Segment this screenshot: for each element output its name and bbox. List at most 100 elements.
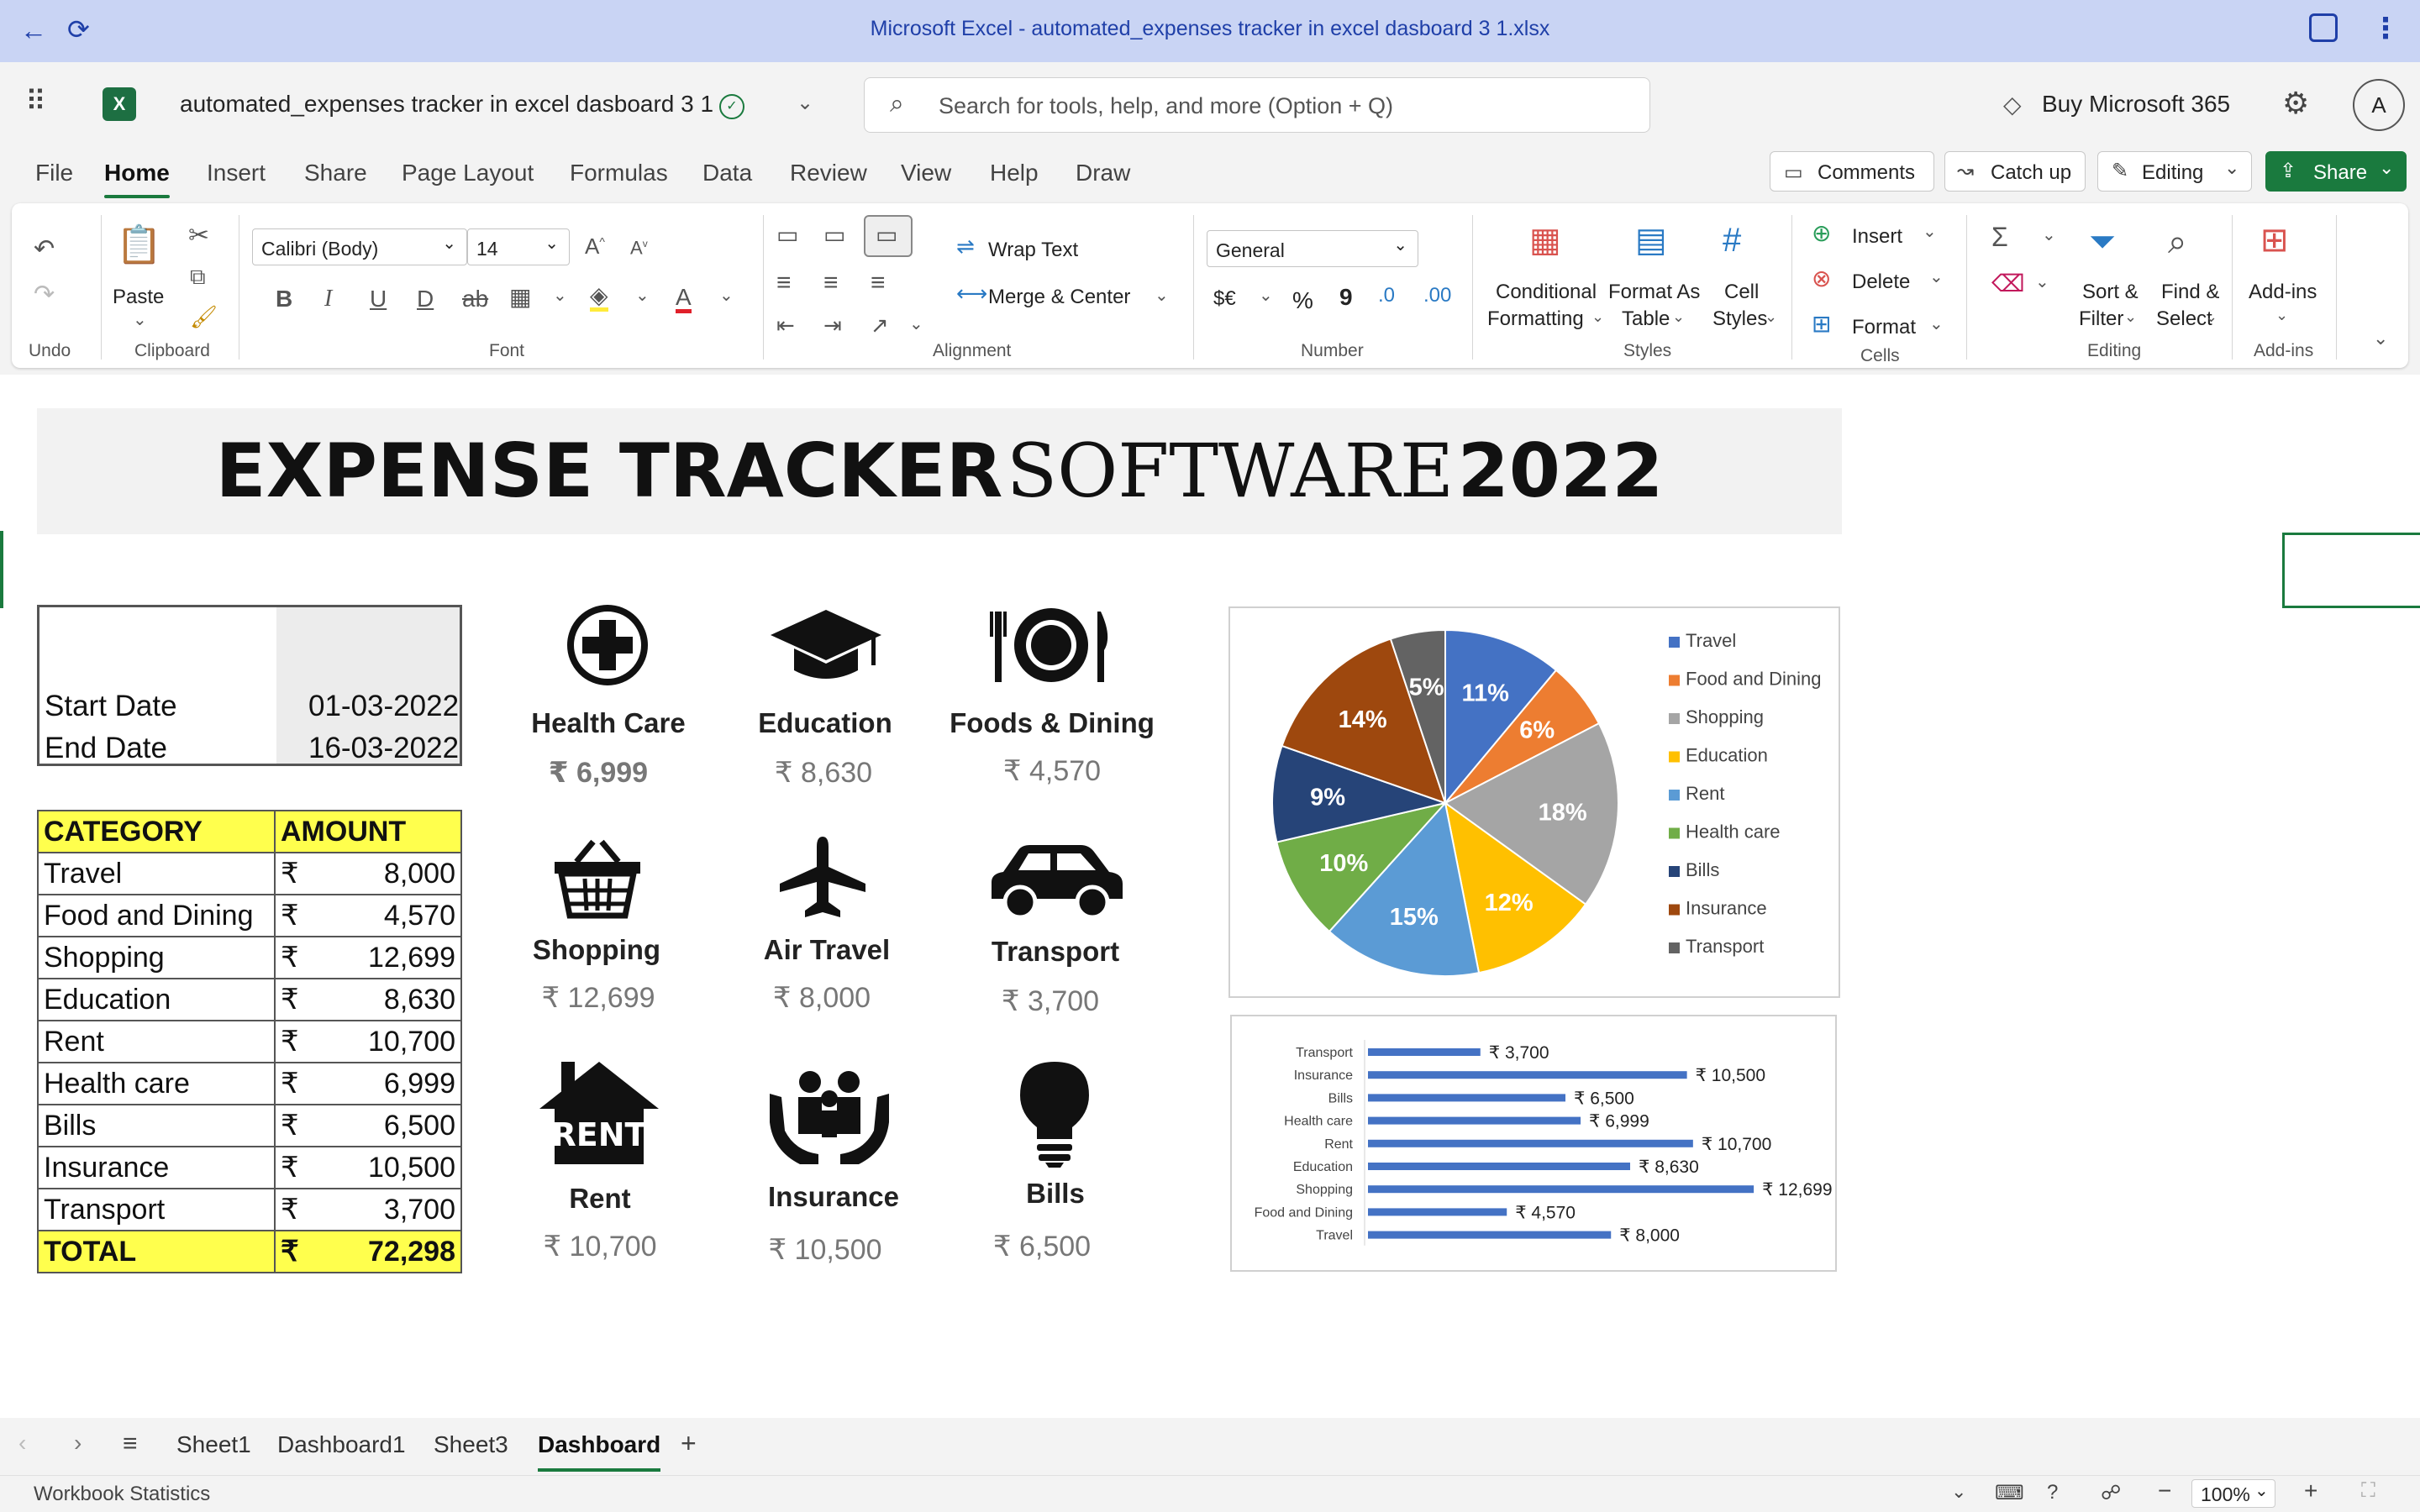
menu-view[interactable]: View xyxy=(901,160,951,186)
table-row[interactable]: Insurance ₹10,500 xyxy=(37,1146,462,1189)
chevron-down-icon[interactable]: ⌄ xyxy=(133,309,147,330)
zoom-select[interactable]: 100% ⌄ xyxy=(2191,1479,2275,1508)
workbook-statistics[interactable]: Workbook Statistics xyxy=(34,1483,210,1506)
chevron-down-icon[interactable]: ⌄ xyxy=(1929,269,1944,286)
conditional-formatting-icon[interactable]: ▦ xyxy=(1529,223,1561,257)
buy-microsoft-365-link[interactable]: Buy Microsoft 365 xyxy=(2042,91,2230,118)
paste-icon[interactable]: 📋 xyxy=(116,227,162,264)
tab-sheet1[interactable]: Sheet1 xyxy=(176,1431,251,1458)
strikethrough-icon[interactable]: ab xyxy=(462,287,488,311)
find-select-icon[interactable]: ⌕ xyxy=(2168,225,2186,259)
comments-button[interactable]: ▭ Comments xyxy=(1770,151,1934,192)
menu-draw[interactable]: Draw xyxy=(1076,160,1130,186)
font-color-icon[interactable]: A xyxy=(676,286,692,313)
amount-cell[interactable]: 10,700 xyxy=(317,1020,462,1063)
table-row[interactable]: Travel ₹8,000 xyxy=(37,852,462,895)
autosum-icon[interactable]: Σ xyxy=(1991,223,2008,250)
bar[interactable] xyxy=(1368,1208,1507,1216)
chevron-down-icon[interactable]: ⌄ xyxy=(797,91,813,115)
sort-filter-label-2[interactable]: Filter xyxy=(2079,307,2123,331)
menu-data[interactable]: Data xyxy=(702,160,752,186)
orientation-icon[interactable]: ↗ xyxy=(871,314,889,336)
find-select-label-2[interactable]: Select xyxy=(2156,307,2212,331)
menu-share[interactable]: Share xyxy=(304,160,367,186)
redo-icon[interactable]: ↷ xyxy=(34,282,55,307)
paste-button[interactable]: Paste xyxy=(113,286,164,309)
category-cell[interactable]: Health care xyxy=(37,1062,276,1105)
underline-icon[interactable]: U xyxy=(370,287,387,311)
share-button[interactable]: ⇪ Share ⌄ xyxy=(2265,151,2407,192)
chevron-down-icon[interactable]: ⌄ xyxy=(1765,309,1777,324)
menu-file[interactable]: File xyxy=(35,160,73,186)
bar[interactable] xyxy=(1368,1071,1687,1079)
format-cells-button[interactable]: Format xyxy=(1852,316,1916,339)
worksheet-area[interactable]: EXPENSE TRACKER SOFTWARE 2022 Start Date… xyxy=(0,375,2420,1418)
wrap-text-icon[interactable]: ⇌ xyxy=(956,235,975,257)
table-row[interactable]: Food and Dining ₹4,570 xyxy=(37,894,462,937)
chevron-down-icon[interactable]: ⌄ xyxy=(1259,287,1273,304)
chevron-down-icon[interactable]: ⌄ xyxy=(2042,227,2056,244)
editing-mode-button[interactable]: ✎ Editing ⌄ xyxy=(2097,151,2252,192)
category-cell[interactable]: Travel xyxy=(37,852,276,895)
bar[interactable] xyxy=(1368,1048,1481,1056)
bar[interactable] xyxy=(1368,1231,1612,1239)
keyboard-icon[interactable]: ⌨ xyxy=(1995,1481,2024,1505)
catch-up-button[interactable]: ↝ Catch up xyxy=(1944,151,2086,192)
total-row[interactable]: TOTAL ₹72,298 xyxy=(37,1230,462,1273)
delete-cells-icon[interactable]: ⊗ xyxy=(1812,267,1831,291)
amount-cell[interactable]: 8,000 xyxy=(317,852,462,895)
format-as-table-label-2[interactable]: Table xyxy=(1622,307,1670,331)
align-top-icon[interactable]: ▭ xyxy=(776,223,798,247)
bar[interactable] xyxy=(1368,1139,1693,1147)
file-name[interactable]: automated_expenses tracker in excel dasb… xyxy=(180,91,713,118)
insert-cells-icon[interactable]: ⊕ xyxy=(1812,222,1831,245)
cell-styles-label-1[interactable]: Cell xyxy=(1724,281,1759,304)
chevron-down-icon[interactable]: ⌄ xyxy=(1591,309,1604,324)
chevron-down-icon[interactable]: ⌄ xyxy=(1672,309,1685,324)
chevron-down-icon[interactable]: ⌄ xyxy=(1951,1481,1966,1503)
add-ins-icon[interactable]: ⊞ xyxy=(2260,223,2289,257)
table-row[interactable]: Education ₹8,630 xyxy=(37,978,462,1021)
chevron-down-icon[interactable]: ⌄ xyxy=(719,287,734,304)
add-sheet-icon[interactable]: + xyxy=(681,1428,697,1459)
number-format-select[interactable]: General ⌄ xyxy=(1207,230,1418,267)
zoom-in-icon[interactable]: + xyxy=(2304,1478,2317,1504)
chevron-down-icon[interactable]: ⌄ xyxy=(1923,223,1937,240)
borders-icon[interactable]: ▦ xyxy=(509,286,531,309)
chevron-down-icon[interactable]: ⌄ xyxy=(2275,307,2288,323)
fullscreen-icon[interactable]: ⛶ xyxy=(2361,1479,2375,1503)
category-cell[interactable]: Food and Dining xyxy=(37,894,276,937)
pie-chart[interactable]: 11% 6% 18% 12% 15% 10% 9% 14% 5% Travel Food and D… xyxy=(1228,606,1840,998)
active-cell[interactable] xyxy=(2282,533,2420,608)
table-row[interactable]: Shopping ₹12,699 xyxy=(37,936,462,979)
comma-style-button[interactable]: 9 xyxy=(1339,284,1353,311)
tab-scroll-left-icon[interactable]: ‹ xyxy=(18,1430,26,1457)
format-painter-icon[interactable]: 🖌 xyxy=(190,306,218,328)
bar[interactable] xyxy=(1368,1185,1754,1194)
align-left-icon[interactable]: ≡ xyxy=(776,270,792,296)
category-cell[interactable]: Shopping xyxy=(37,936,276,979)
conditional-formatting-label-1[interactable]: Conditional xyxy=(1496,281,1597,304)
currency-format-button[interactable]: $€ xyxy=(1213,287,1236,311)
tab-scroll-right-icon[interactable]: › xyxy=(74,1430,82,1457)
align-right-icon[interactable]: ≡ xyxy=(871,270,886,296)
chevron-down-icon[interactable]: ⌄ xyxy=(2124,309,2137,324)
font-name-select[interactable]: Calibri (Body) ⌄ xyxy=(252,228,467,265)
end-date-value[interactable]: 16-03-2022 xyxy=(308,732,459,765)
align-middle-icon[interactable]: ▭ xyxy=(823,223,845,247)
cell-styles-icon[interactable]: # xyxy=(1723,223,1741,257)
start-date-value[interactable]: 01-03-2022 xyxy=(308,690,459,723)
merge-center-button[interactable]: Merge & Center xyxy=(988,286,1130,309)
font-size-select[interactable]: 14 ⌄ xyxy=(467,228,570,265)
amount-cell[interactable]: 10,500 xyxy=(317,1146,462,1189)
menu-insert[interactable]: Insert xyxy=(207,160,266,186)
delete-cells-button[interactable]: Delete xyxy=(1852,270,1910,294)
chevron-down-icon[interactable]: ⌄ xyxy=(2205,309,2217,324)
increase-font-size-icon[interactable]: A^ xyxy=(585,235,605,257)
help-icon[interactable]: ? xyxy=(2047,1481,2058,1504)
amount-cell[interactable]: 4,570 xyxy=(317,894,462,937)
align-center-icon[interactable]: ≡ xyxy=(823,270,839,296)
ribbon-expand-icon[interactable]: ⌄ xyxy=(2373,329,2388,348)
bar-chart[interactable]: Transport ₹ 3,700 Insurance ₹ 10,500 Bills ₹ … xyxy=(1230,1015,1837,1272)
insert-cells-button[interactable]: Insert xyxy=(1852,225,1902,249)
